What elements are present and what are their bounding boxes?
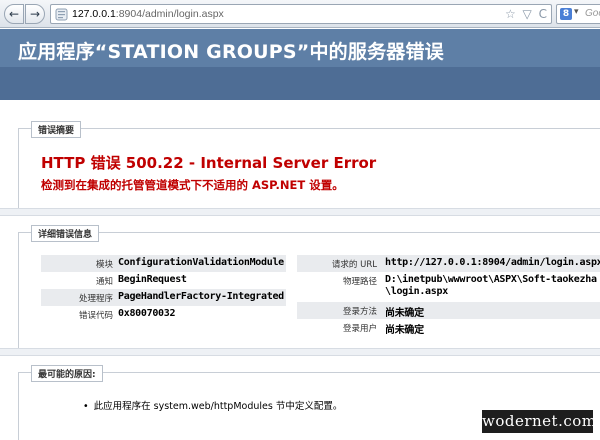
url-host: 127.0.0.1 <box>72 8 116 20</box>
header-band <box>0 67 600 100</box>
detail-value: 尚未确定 <box>385 325 424 336</box>
details-left-table: 模块 ConfigurationValidationModule 通知 Begi… <box>41 255 286 323</box>
search-input[interactable]: Goo <box>585 8 600 19</box>
url-text: 127.0.0.1:8904/admin/login.aspx <box>72 8 224 20</box>
detail-row-logon-user: 登录用户 尚未确定 <box>297 319 600 336</box>
detail-value: BeginRequest <box>118 274 187 285</box>
detail-value: 0x80070032 <box>118 308 176 319</box>
address-bar[interactable]: 127.0.0.1:8904/admin/login.aspx ☆ ▽ C <box>50 4 552 24</box>
page-globe-icon <box>55 8 68 21</box>
detail-value: 尚未确定 <box>385 308 424 319</box>
reload-icon[interactable]: C <box>539 7 547 21</box>
back-arrow-icon[interactable]: ← <box>4 4 24 24</box>
page-content: 错误摘要 HTTP 错误 500.22 - Internal Server Er… <box>0 100 600 440</box>
url-path: :8904/admin/login.aspx <box>115 8 224 20</box>
detail-value-continued: \login.aspx <box>385 286 448 297</box>
detail-key: 模块 <box>95 260 113 270</box>
detail-value: ConfigurationValidationModule <box>118 257 284 268</box>
detail-row-handler: 处理程序 PageHandlerFactory-Integrated <box>41 289 286 306</box>
page-title: 应用程序“STATION GROUPS”中的服务器错误 <box>18 41 444 63</box>
detail-row-requested-url: 请求的 URL http://127.0.0.1:8904/admin/logi… <box>297 255 600 272</box>
browser-toolbar: ← → 127.0.0.1:8904/admin/login.aspx ☆ ▽ … <box>0 0 600 28</box>
detail-row-logon-method: 登录方法 尚未确定 <box>297 302 600 319</box>
details-right-table: 请求的 URL http://127.0.0.1:8904/admin/logi… <box>297 255 600 336</box>
section-divider <box>0 348 600 356</box>
detail-key: 错误代码 <box>78 311 113 321</box>
search-box[interactable]: 8 ▾ Goo <box>556 4 600 24</box>
error-summary-panel: 错误摘要 HTTP 错误 500.22 - Internal Server Er… <box>18 121 600 208</box>
detail-row-physical-path: 物理路径 D:\inetpub\wwwroot\ASPX\Soft-taokez… <box>297 272 600 302</box>
detail-value: D:\inetpub\wwwroot\ASPX\Soft-taokezha <box>385 274 597 285</box>
detail-row-error-code: 错误代码 0x80070032 <box>41 306 286 323</box>
detail-row-notification: 通知 BeginRequest <box>41 272 286 289</box>
error-description: 检测到在集成的托管管道模式下不适用的 ASP.NET 设置。 <box>41 178 344 192</box>
detail-key: 通知 <box>95 277 113 287</box>
error-summary-legend: 错误摘要 <box>31 121 82 138</box>
error-details-panel: 详细错误信息 模块 ConfigurationValidationModule … <box>18 225 600 348</box>
search-engine-icon[interactable]: 8 <box>560 8 572 20</box>
detail-key: 登录用户 <box>342 324 377 334</box>
forward-arrow-icon[interactable]: → <box>25 4 45 24</box>
error-details-legend: 详细错误信息 <box>31 225 100 242</box>
url-actions: ☆ ▽ C <box>502 7 547 21</box>
history-dropdown-icon[interactable]: ▽ <box>523 7 532 21</box>
detail-key: 物理路径 <box>342 277 377 287</box>
detail-value: http://127.0.0.1:8904/admin/login.aspx <box>385 257 600 268</box>
detail-key: 请求的 URL <box>331 260 377 270</box>
error-title: HTTP 错误 500.22 - Internal Server Error <box>41 154 377 172</box>
section-divider <box>0 208 600 216</box>
detail-key: 处理程序 <box>78 294 113 304</box>
bookmark-star-icon[interactable]: ☆ <box>505 7 516 21</box>
cause-item: 此应用程序在 system.web/httpModules 节中定义配置。 <box>83 398 343 412</box>
likely-causes-legend: 最可能的原因: <box>31 365 103 382</box>
detail-value: PageHandlerFactory-Integrated <box>118 291 284 302</box>
page-header: 应用程序“STATION GROUPS”中的服务器错误 <box>0 29 600 67</box>
search-engine-dropdown-icon[interactable]: ▾ <box>574 7 579 17</box>
detail-key: 登录方法 <box>342 307 377 317</box>
site-watermark: wodernet.com <box>482 410 596 433</box>
detail-row-module: 模块 ConfigurationValidationModule <box>41 255 286 272</box>
